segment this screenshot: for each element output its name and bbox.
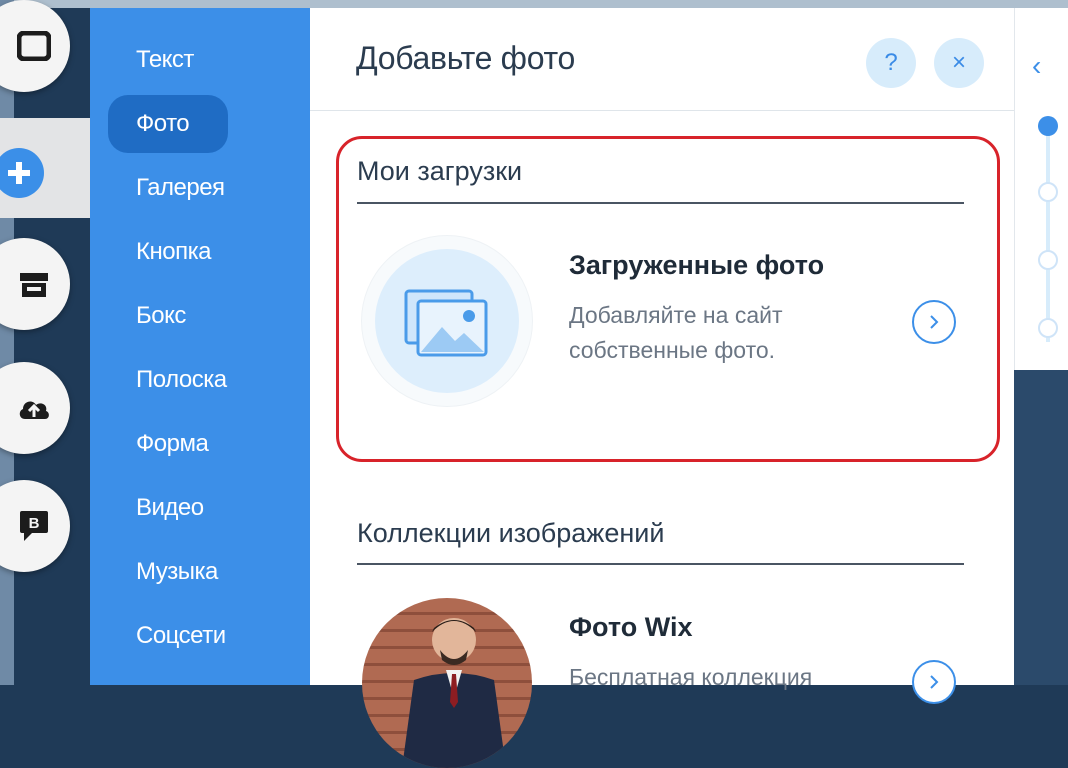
sidebar-item-strip[interactable]: Полоска (136, 361, 227, 399)
sidebar-item-box[interactable]: Бокс (136, 297, 186, 335)
store-icon (20, 273, 48, 297)
header-divider (310, 110, 1014, 111)
blog-icon: B (20, 511, 48, 541)
right-strip: ‹ (1014, 8, 1068, 370)
sidebar-item-social[interactable]: Соцсети (136, 617, 226, 655)
background-top (0, 0, 1068, 8)
progress-track (1046, 120, 1050, 342)
collapse-chevron-left-icon[interactable]: ‹ (1032, 50, 1041, 82)
plus-icon (8, 162, 30, 184)
rail-upload-button[interactable] (0, 362, 70, 454)
wix-photos-card-description: Бесплатная коллекция (569, 664, 813, 690)
sidebar-item-photo[interactable]: Фото (108, 95, 228, 153)
rail-store-button[interactable] (0, 238, 70, 330)
wix-photos-thumbnail[interactable] (362, 598, 532, 768)
collections-section-divider (357, 563, 964, 565)
step-dot-4[interactable] (1038, 318, 1058, 338)
upload-cloud-icon (19, 401, 49, 419)
sidebar-item-video[interactable]: Видео (136, 489, 204, 527)
sidebar-item-music[interactable]: Музыка (136, 553, 218, 591)
help-icon: ? (884, 49, 898, 76)
person-photo-icon (402, 618, 506, 768)
sidebar-item-form[interactable]: Форма (136, 425, 209, 463)
wix-photos-open-button[interactable] (912, 660, 956, 704)
svg-text:B: B (29, 515, 40, 532)
icon-rail: B (0, 0, 90, 685)
sidebar-item-button[interactable]: Кнопка (136, 233, 211, 271)
close-button[interactable]: × (934, 38, 984, 88)
wix-photos-card-title[interactable]: Фото Wix (569, 612, 693, 643)
help-button[interactable]: ? (866, 38, 916, 88)
sidebar-item-gallery[interactable]: Галерея (136, 169, 225, 207)
uploads-highlight-frame (336, 136, 1000, 462)
rail-blog-button[interactable]: B (0, 480, 70, 572)
step-dot-2[interactable] (1038, 182, 1058, 202)
page-icon (17, 31, 51, 61)
panel-title: Добавьте фото (356, 40, 575, 76)
background-right (1014, 370, 1068, 685)
collections-section-title: Коллекции изображений (357, 518, 665, 548)
category-sidebar: Текст Фото Галерея Кнопка Бокс Полоска Ф… (90, 8, 310, 685)
close-icon: × (951, 49, 966, 76)
sidebar-item-text[interactable]: Текст (136, 41, 194, 79)
chevron-right-icon (930, 675, 939, 689)
step-dot-1[interactable] (1038, 116, 1058, 136)
rail-page-button[interactable] (0, 0, 70, 92)
step-dot-3[interactable] (1038, 250, 1058, 270)
